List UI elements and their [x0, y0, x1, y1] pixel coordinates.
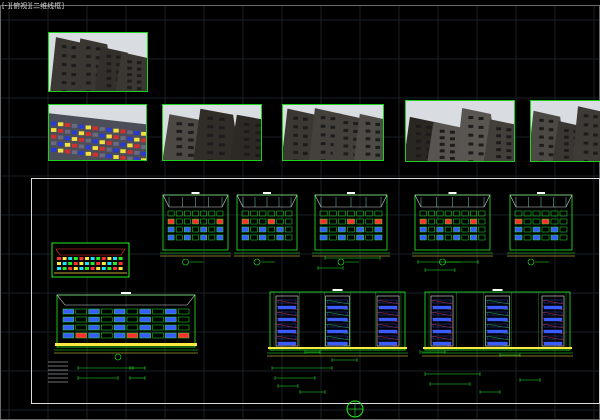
site-photo-1[interactable]	[48, 32, 148, 92]
compass-icon	[346, 400, 364, 418]
drawing-frame	[31, 178, 600, 404]
viewport-label[interactable]: [-][俯视][二维线框]	[2, 1, 64, 11]
elevation-lower-right[interactable]	[422, 289, 573, 357]
site-photo-3[interactable]	[162, 104, 262, 161]
elevation-lower-middle[interactable]	[267, 289, 408, 357]
site-photo-4[interactable]	[282, 104, 384, 161]
site-photo-5[interactable]	[405, 100, 515, 162]
thumbnail-elevation[interactable]	[51, 242, 130, 278]
site-photo-6[interactable]	[530, 100, 600, 162]
site-photo-2[interactable]	[48, 104, 147, 161]
